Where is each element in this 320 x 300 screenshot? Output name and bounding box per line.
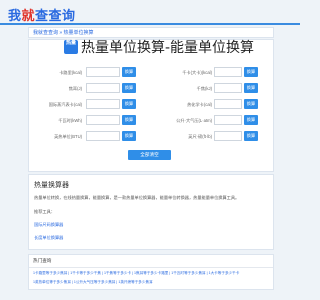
tool-badge-icon: 热量 [64, 40, 78, 54]
hot-queries-divider [29, 267, 273, 268]
convert-button-kilocalorie[interactable]: 换算 [244, 67, 258, 77]
convert-button-kcal[interactable]: 换算 [122, 67, 136, 77]
kwh-input[interactable] [86, 115, 120, 125]
field-label-btu: 英热单位(BTU) [54, 134, 82, 139]
joule-input[interactable] [86, 83, 120, 93]
description-body: 热量单位转换，在线热量换算，能量换算，是一款热量单位换算器，能量单位转换器，热量… [34, 195, 240, 200]
field-label-ftlb: 英尺·磅(ft·lb) [188, 134, 212, 139]
field-label-latm: 公升·大气压(L·atm) [176, 118, 212, 123]
badge-text: 热量 [65, 40, 76, 46]
convert-button-joule[interactable]: 换算 [122, 83, 136, 93]
clear-all-button[interactable]: 全部清空 [128, 150, 171, 160]
field-label-kwh: 千瓦时(kWh) [58, 118, 82, 123]
recommend-link-1[interactable]: 国际尺码换算器 [34, 222, 63, 228]
hot-queries-title: 热门查询 [33, 258, 52, 263]
breadcrumb-text[interactable]: 我就查查询 » 热量单位换算 [33, 29, 94, 36]
site-logo[interactable]: 我就查查询 [8, 5, 76, 24]
kilojoule-input[interactable] [214, 83, 242, 93]
page-title: 热量单位换算-能量单位换算 [81, 40, 255, 56]
logo-part-2: 就 [21, 9, 36, 24]
ftlb-input[interactable] [214, 131, 242, 141]
field-label-kcal: 卡路里(kcal) [59, 70, 82, 75]
field-label-kilojoule: 千焦(kJ) [196, 86, 212, 91]
convert-button-kwh[interactable]: 换算 [122, 115, 136, 125]
convert-button-latm[interactable]: 换算 [244, 115, 258, 125]
field-label-joule: 焦耳(J) [68, 86, 82, 91]
kcal-input[interactable] [86, 67, 120, 77]
thermo-cal-input[interactable] [214, 99, 242, 109]
description-heading: 热量换算器 [34, 181, 69, 189]
description-card: 热量换算器 热量单位转换，在线热量换算，能量换算，是一款热量单位换算器，能量单位… [28, 174, 274, 250]
convert-button-thermo-cal[interactable]: 换算 [244, 99, 258, 109]
field-label-it-cal: 国际蒸汽表卡(cal) [48, 102, 82, 107]
btu-input[interactable] [86, 131, 120, 141]
field-label-thermo-cal: 热化学卡(cal) [187, 102, 212, 107]
hot-queries-links-1[interactable]: 1卡路里等于多少焦耳 | 1千卡等于多少千焦 | 1千焦等于多少卡 | 1焦耳等… [33, 271, 239, 276]
recommend-link-2[interactable]: 长度单位换算器 [34, 235, 63, 241]
kilocalorie-input[interactable] [214, 67, 242, 77]
header-divider [0, 23, 300, 25]
convert-button-kilojoule[interactable]: 换算 [244, 83, 258, 93]
logo-part-3: 查查询 [35, 9, 76, 24]
convert-button-it-cal[interactable]: 换算 [122, 99, 136, 109]
convert-button-ftlb[interactable]: 换算 [244, 131, 258, 141]
it-cal-input[interactable] [86, 99, 120, 109]
hot-queries-card: 热门查询 1卡路里等于多少焦耳 | 1千卡等于多少千焦 | 1千焦等于多少卡 |… [28, 254, 274, 290]
hot-queries-links-2[interactable]: 1英热单位等于多少焦耳 | 1公升大气压等于多少焦耳 | 1英尺磅等于多少焦耳 [33, 280, 153, 285]
recommend-label: 推荐工具： [34, 209, 55, 214]
latm-input[interactable] [214, 115, 242, 125]
convert-button-btu[interactable]: 换算 [122, 131, 136, 141]
field-label-kilocalorie: 千卡(大卡)(kcal) [182, 70, 212, 75]
logo-part-1: 我 [8, 9, 22, 24]
